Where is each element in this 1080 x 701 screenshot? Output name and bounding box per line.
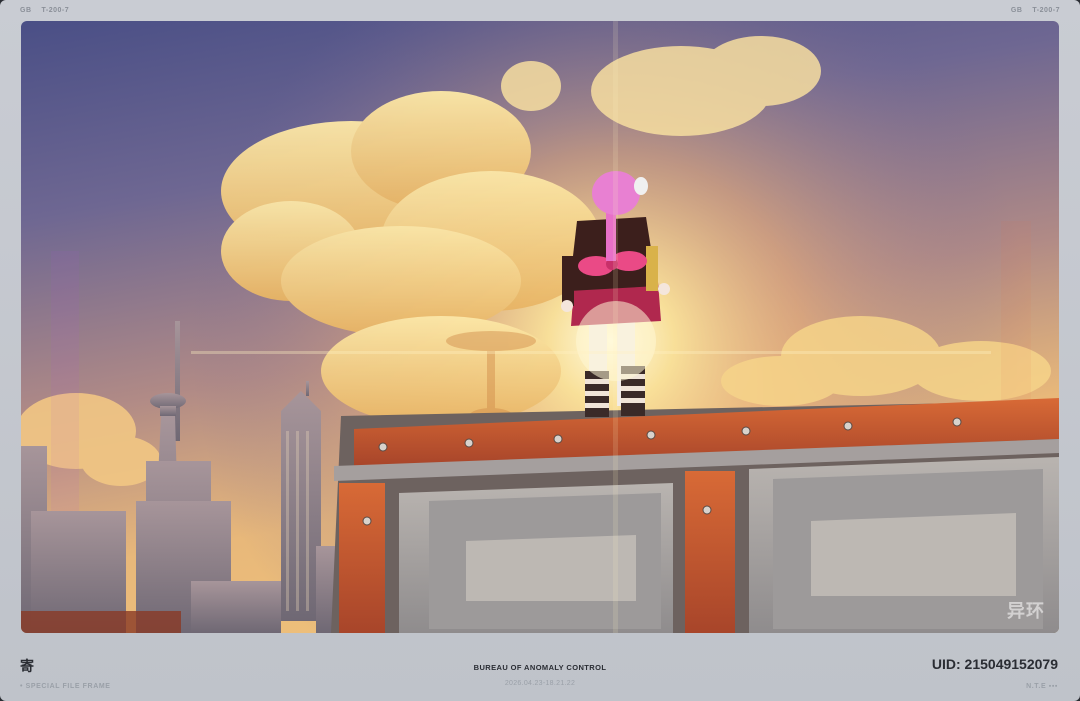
organization-title: BUREAU OF ANOMALY CONTROL bbox=[473, 663, 607, 672]
header-right-code: GB T-200-7 bbox=[1010, 7, 1060, 14]
brand-caption: N.T.E ▪▪▪ bbox=[1026, 683, 1058, 690]
capture-timestamp: 2026.04.23-18.21.22 bbox=[504, 680, 576, 687]
user-id: UID: 215049152079 bbox=[931, 656, 1058, 672]
header-left-code: GB T-200-7 bbox=[20, 7, 70, 14]
scene-illustration bbox=[21, 21, 1059, 633]
game-screenshot: 异环 bbox=[21, 21, 1059, 633]
photo-frame: GB T-200-7 GB T-200-7 异环 寄 • SPECIAL FIL… bbox=[0, 0, 1080, 701]
game-logo-watermark: 异环 bbox=[1007, 601, 1045, 622]
rooftop-platform bbox=[331, 398, 1059, 633]
